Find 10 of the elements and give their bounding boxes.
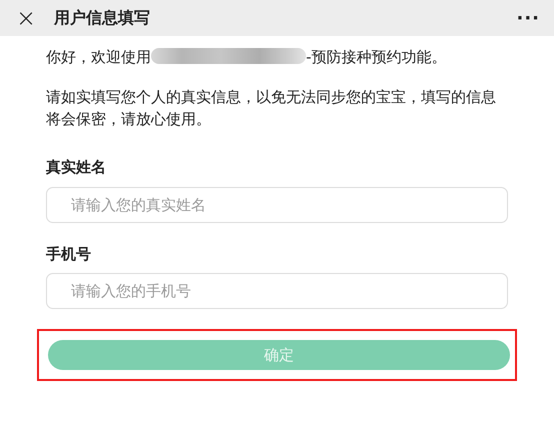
intro-text: -预防接种预约功能。 <box>306 48 446 66</box>
more-button[interactable]: ··· <box>516 4 540 32</box>
notice-text: 请如实填写您个人的真实信息，以免无法同步您的宝宝，填写的信息将会保密，请放心使用。 <box>46 87 497 130</box>
close-button[interactable]: × <box>16 6 36 30</box>
page-title: 用户信息填写 <box>54 7 150 29</box>
field-label: 手机号 <box>46 244 91 264</box>
intro-text: 你好，欢迎使用 <box>46 48 151 66</box>
input-field[interactable]: 请输入您的真实姓名 <box>46 186 508 222</box>
input-field[interactable]: 请输入您的手机号 <box>46 273 508 309</box>
field-label: 真实姓名 <box>46 157 106 178</box>
